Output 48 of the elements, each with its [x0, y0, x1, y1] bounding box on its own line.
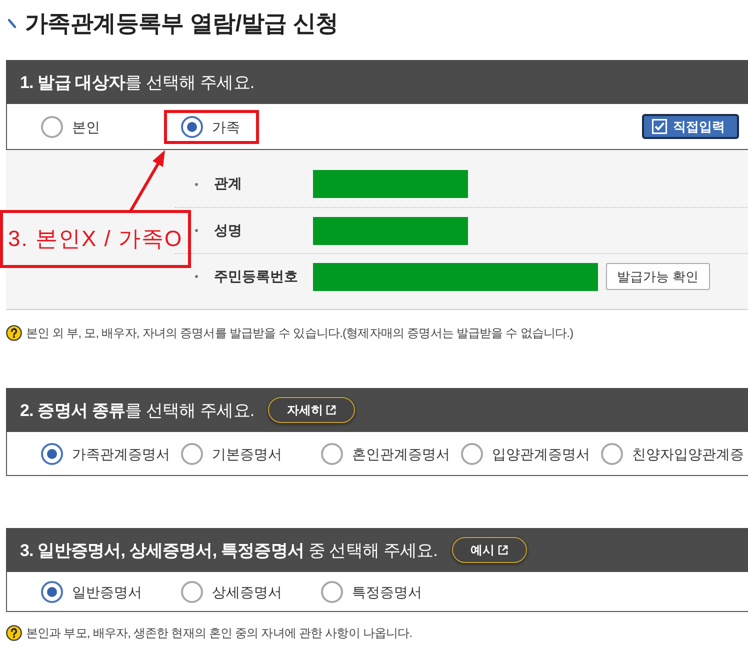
bullet-icon: [195, 182, 198, 186]
radio-icon[interactable]: [41, 580, 63, 602]
radio-option[interactable]: 가족관계증명서: [41, 442, 170, 464]
radio-option[interactable]: 입양관계증명서: [461, 442, 590, 464]
checkbox-icon: [652, 119, 667, 134]
redacted-input-field[interactable]: [313, 262, 466, 290]
radio-icon[interactable]: [41, 116, 63, 138]
radio-icon[interactable]: [181, 580, 203, 602]
example-link-button[interactable]: 예시: [452, 537, 526, 563]
field-label: 관계: [214, 175, 243, 193]
radio-option[interactable]: 일반증명서: [41, 580, 142, 602]
redacted-input-field[interactable]: [313, 216, 468, 244]
radio-option[interactable]: 본인: [41, 116, 100, 138]
details-link-button[interactable]: 자세히: [268, 397, 356, 423]
radio-icon[interactable]: [181, 442, 203, 464]
radio-icon[interactable]: [41, 442, 63, 464]
radio-option[interactable]: 기본증명서: [181, 442, 282, 464]
field-label: 성명: [214, 222, 243, 240]
field-label: 주민등록번호: [214, 268, 299, 286]
help-icon: [6, 325, 22, 341]
help-icon: [6, 625, 22, 641]
radio-icon[interactable]: [321, 580, 343, 602]
radio-option[interactable]: 친양자입양관계증: [601, 442, 744, 464]
radio-option[interactable]: 특정증명서: [321, 580, 422, 602]
radio-icon[interactable]: [601, 442, 623, 464]
annotation-arrow: [128, 150, 165, 213]
note-text: 본인 외 부, 모, 배우자, 자녀의 증명서를 발급받을 수 있습니다.(형제자매의 증명서는 발급받을 수 없습니다.): [26, 324, 574, 342]
note-text: 본인과 부모, 배우자, 생존한 현재의 혼인 중의 자녀에 관한 사항이 나옵니다.: [26, 624, 412, 642]
bullet-icon: [195, 229, 198, 232]
slash-icon: [8, 18, 16, 28]
radio-option[interactable]: 가족: [181, 116, 240, 138]
radio-icon[interactable]: [181, 116, 203, 138]
availability-check-button[interactable]: 발급가능 확인: [606, 263, 710, 290]
section-heading: 2. 증명서 종류를 선택해 주세요.: [20, 400, 254, 422]
external-link-icon: [498, 545, 508, 555]
section-heading: 3. 일반증명서, 상세증명서, 특정증명서 중 선택해 주세요.: [20, 540, 438, 562]
redacted-input-field[interactable]: [313, 170, 468, 198]
external-link-icon: [326, 405, 336, 415]
radio-option[interactable]: 상세증명서: [181, 580, 282, 602]
section-heading: 1. 발급 대상자를 선택해 주세요.: [20, 72, 254, 94]
radio-icon[interactable]: [461, 442, 483, 464]
bullet-icon: [195, 275, 198, 278]
redacted-input-field[interactable]: [466, 262, 598, 290]
direct-input-button[interactable]: 직접입력: [642, 114, 739, 139]
page-title: 가족관계등록부 열람/발급 신청: [25, 9, 338, 38]
radio-option[interactable]: 혼인관계증명서: [321, 442, 450, 464]
annotation-label: 3. 본인X / 가족O: [0, 210, 191, 268]
radio-icon[interactable]: [321, 442, 343, 464]
